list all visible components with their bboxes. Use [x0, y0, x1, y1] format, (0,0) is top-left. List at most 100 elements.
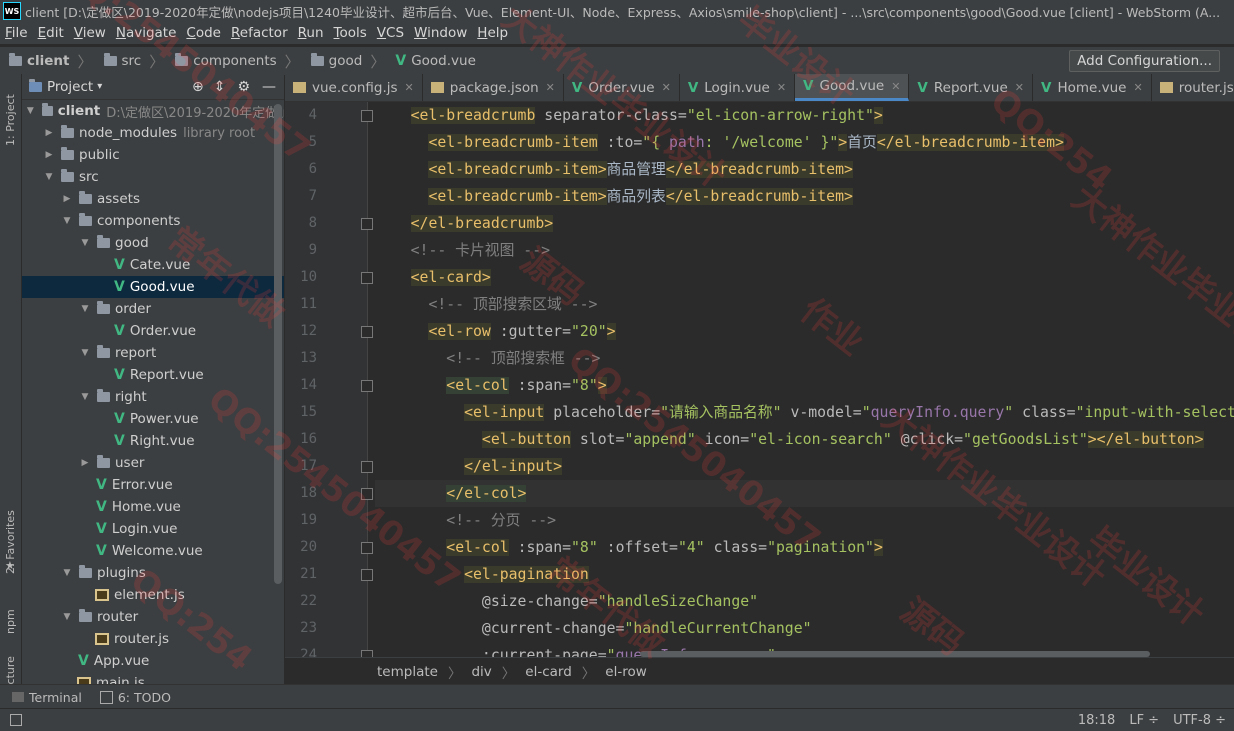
fold-marker-icon[interactable] [361, 461, 373, 473]
chevron-down-icon[interactable]: ▼ [62, 568, 72, 578]
menu-item-run[interactable]: Run [293, 25, 329, 41]
tree-item-right[interactable]: ▼ right [22, 386, 284, 408]
tree-item-app-vue[interactable]: V App.vue [22, 650, 284, 672]
chevron-down-icon[interactable]: ▾ [97, 81, 102, 92]
code-line[interactable]: <el-button slot="append" icon="el-icon-s… [375, 426, 1234, 453]
tree-item-node-modules[interactable]: ▶ node_modules library root [22, 122, 284, 144]
fold-marker-icon[interactable] [361, 380, 373, 392]
menu-item-tools[interactable]: Tools [329, 25, 372, 41]
gear-icon[interactable]: ⚙ [237, 79, 250, 95]
code-line[interactable]: <el-col :span="8" :offset="4" class="pag… [375, 534, 1234, 561]
code-line[interactable]: <el-input placeholder="请输入商品名称" v-model=… [375, 399, 1234, 426]
breadcrumb-item[interactable]: client [0, 53, 71, 69]
chevron-right-icon[interactable]: ▶ [44, 128, 54, 138]
code-line[interactable]: <!-- 分页 --> [375, 507, 1234, 534]
tree-item-good-vue[interactable]: V Good.vue [22, 276, 284, 298]
tree-item-right-vue[interactable]: V Right.vue [22, 430, 284, 452]
close-icon[interactable]: ✕ [662, 81, 671, 94]
tab-vue-config-js[interactable]: vue.config.js ✕ [285, 74, 423, 101]
chevron-right-icon[interactable]: ▶ [80, 458, 90, 468]
file-encoding[interactable]: UTF-8 ÷ [1173, 713, 1226, 728]
tab-login-vue[interactable]: V Login.vue ✕ [680, 74, 796, 101]
chevron-down-icon[interactable]: ▼ [80, 348, 90, 358]
add-configuration-button[interactable]: Add Configuration... [1069, 50, 1220, 72]
tree-item-client[interactable]: ▼ client D:\定做区\2019-2020年定做\r [22, 100, 284, 122]
fold-marker-icon[interactable] [361, 569, 373, 581]
menu-item-file[interactable]: File [0, 25, 33, 41]
breadcrumb-item[interactable]: src [95, 53, 144, 69]
tree-item-order-vue[interactable]: V Order.vue [22, 320, 284, 342]
tree-item-main-js[interactable]: main.js [22, 672, 284, 684]
tree-item-error-vue[interactable]: V Error.vue [22, 474, 284, 496]
chevron-down-icon[interactable]: ▼ [80, 304, 90, 314]
code-line[interactable]: <el-row :gutter="20"> [375, 318, 1234, 345]
line-separator[interactable]: LF ÷ [1129, 713, 1159, 728]
hide-tool-windows-icon[interactable] [10, 714, 22, 726]
tree-item-good[interactable]: ▼ good [22, 232, 284, 254]
code-line[interactable]: @current-change="handleCurrentChange" [375, 615, 1234, 642]
code-line[interactable]: <!-- 卡片视图 --> [375, 237, 1234, 264]
minimize-icon[interactable]: — [262, 79, 276, 95]
code-line[interactable]: <el-breadcrumb-item :to="{ path: '/welco… [375, 129, 1234, 156]
tab-router-js[interactable]: router.js✕ [1152, 74, 1234, 101]
chevron-down-icon[interactable]: ▼ [44, 172, 54, 182]
chevron-down-icon[interactable]: ▼ [26, 106, 35, 116]
tree-item-report[interactable]: ▼ report [22, 342, 284, 364]
menu-item-code[interactable]: Code [181, 25, 226, 41]
code-line[interactable]: <el-breadcrumb-item>商品列表</el-breadcrumb-… [375, 183, 1234, 210]
code-line[interactable]: <!-- 顶部搜索框 --> [375, 345, 1234, 372]
code-line[interactable]: </el-breadcrumb> [375, 210, 1234, 237]
chevron-right-icon[interactable]: ▶ [62, 194, 72, 204]
fold-marker-icon[interactable] [361, 326, 373, 338]
tree-item-plugins[interactable]: ▼ plugins [22, 562, 284, 584]
code-line[interactable]: <el-card> [375, 264, 1234, 291]
code-line[interactable]: <el-breadcrumb-item>商品管理</el-breadcrumb-… [375, 156, 1234, 183]
editor-breadcrumb-item[interactable]: div [471, 664, 491, 680]
todo-tab[interactable]: 6: TODO [99, 690, 171, 705]
code-line[interactable]: <el-breadcrumb separator-class="el-icon-… [375, 102, 1234, 129]
fold-marker-icon[interactable] [361, 272, 373, 284]
close-icon[interactable]: ✕ [1133, 81, 1142, 94]
tree-item-report-vue[interactable]: V Report.vue [22, 364, 284, 386]
code-line[interactable]: <!-- 顶部搜索区域 --> [375, 291, 1234, 318]
close-icon[interactable]: ✕ [777, 81, 786, 94]
breadcrumb-item[interactable]: good [302, 53, 365, 69]
fold-marker-icon[interactable] [361, 488, 373, 500]
chevron-down-icon[interactable]: ▼ [80, 238, 90, 248]
editor-breadcrumb-item[interactable]: template [377, 664, 438, 680]
code-line[interactable]: <el-col :span="8"> [375, 372, 1234, 399]
tab-report-vue[interactable]: V Report.vue ✕ [909, 74, 1033, 101]
fold-marker-icon[interactable] [361, 542, 373, 554]
chevron-right-icon[interactable]: ▶ [44, 150, 54, 160]
cursor-position[interactable]: 18:18 [1078, 713, 1115, 728]
editor-breadcrumb-item[interactable]: el-card [525, 664, 572, 680]
code-line[interactable]: </el-input> [375, 453, 1234, 480]
breadcrumb-item[interactable]: components [166, 53, 278, 69]
tree-item-public[interactable]: ▶ public [22, 144, 284, 166]
tree-item-element-js[interactable]: element.js [22, 584, 284, 606]
tree-item-components[interactable]: ▼ components [22, 210, 284, 232]
tab-good-vue[interactable]: V Good.vue ✕ [795, 74, 910, 101]
fold-marker-icon[interactable] [361, 218, 373, 230]
menu-item-navigate[interactable]: Navigate [111, 25, 182, 41]
menu-item-vcs[interactable]: VCS [372, 25, 409, 41]
tree-item-order[interactable]: ▼ order [22, 298, 284, 320]
tree-item-login-vue[interactable]: V Login.vue [22, 518, 284, 540]
tree-item-src[interactable]: ▼ src [22, 166, 284, 188]
terminal-tab[interactable]: Terminal [12, 690, 82, 705]
code-line[interactable]: @size-change="handleSizeChange" [375, 588, 1234, 615]
tab-package-json[interactable]: package.json ✕ [423, 74, 564, 101]
project-panel-title[interactable]: Project [47, 79, 93, 95]
tree-scrollbar[interactable] [274, 104, 282, 584]
tree-item-cate-vue[interactable]: V Cate.vue [22, 254, 284, 276]
fold-marker-icon[interactable] [361, 110, 373, 122]
editor-breadcrumb-item[interactable]: el-row [605, 664, 646, 680]
code-line[interactable]: </el-col> [375, 480, 1234, 507]
breadcrumb-item[interactable]: V Good.vue [387, 53, 478, 69]
menu-item-help[interactable]: Help [472, 25, 513, 41]
collapse-icon[interactable]: ⇕ [214, 79, 226, 95]
code-line[interactable]: <el-pagination [375, 561, 1234, 588]
close-icon[interactable]: ✕ [891, 80, 900, 93]
target-icon[interactable]: ⊕ [192, 79, 204, 95]
close-icon[interactable]: ✕ [405, 81, 414, 94]
